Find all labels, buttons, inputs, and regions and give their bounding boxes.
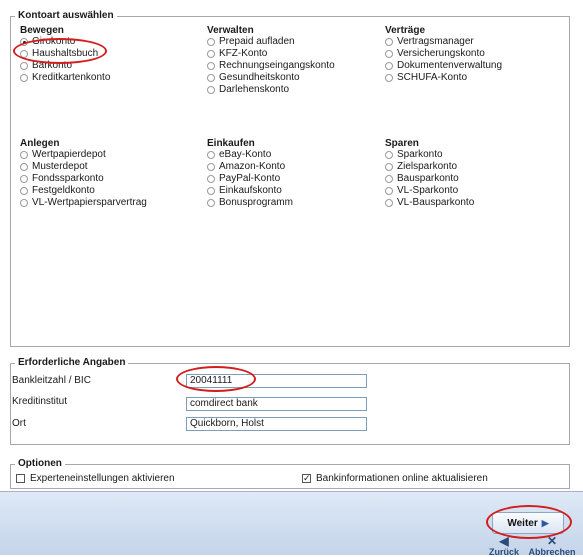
radio-option-rechnungseingang[interactable]: Rechnungseingangskonto bbox=[207, 60, 335, 72]
radio-icon[interactable] bbox=[385, 187, 393, 195]
radio-option-versicherung[interactable]: Versicherungskonto bbox=[385, 48, 502, 60]
group-bewegen: Bewegen Girokonto Haushaltsbuch Barkonto… bbox=[20, 25, 110, 84]
radio-option-haushaltsbuch[interactable]: Haushaltsbuch bbox=[20, 48, 110, 60]
radio-option-prepaid[interactable]: Prepaid aufladen bbox=[207, 36, 335, 48]
kontoart-legend: Kontoart auswählen bbox=[15, 10, 117, 22]
kreditinstitut-label: Kreditinstitut bbox=[12, 396, 68, 407]
kreditinstitut-input[interactable]: comdirect bank bbox=[186, 397, 367, 411]
group-vertraege: Verträge Vertragsmanager Versicherungsko… bbox=[385, 25, 502, 84]
bankleitzahl-label: Bankleitzahl / BIC bbox=[12, 375, 91, 386]
radio-option-darlehen[interactable]: Darlehenskonto bbox=[207, 84, 335, 96]
radio-icon[interactable] bbox=[207, 175, 215, 183]
radio-option-amazon[interactable]: Amazon-Konto bbox=[207, 161, 293, 173]
radio-icon[interactable] bbox=[385, 62, 393, 70]
radio-option-zielsparkonto[interactable]: Zielsparkonto bbox=[385, 161, 474, 173]
radio-icon[interactable] bbox=[20, 163, 28, 171]
radio-icon[interactable] bbox=[20, 50, 28, 58]
group-title-einkaufen: Einkaufen bbox=[207, 138, 255, 149]
group-title-verwalten: Verwalten bbox=[207, 25, 254, 36]
close-icon: ✕ bbox=[546, 534, 558, 548]
radio-icon[interactable] bbox=[385, 199, 393, 207]
radio-icon[interactable] bbox=[20, 151, 28, 159]
radio-icon[interactable] bbox=[207, 62, 215, 70]
group-sparen: Sparen Sparkonto Zielsparkonto Bausparko… bbox=[385, 138, 474, 209]
radio-icon[interactable] bbox=[385, 50, 393, 58]
radio-option-kreditkartenkonto[interactable]: Kreditkartenkonto bbox=[20, 72, 110, 84]
weiter-button-label: Weiter bbox=[507, 518, 538, 529]
radio-icon[interactable] bbox=[20, 74, 28, 82]
ort-input[interactable]: Quickborn, Holst bbox=[186, 417, 367, 431]
radio-option-gesundheit[interactable]: Gesundheitskonto bbox=[207, 72, 335, 84]
radio-icon[interactable] bbox=[20, 175, 28, 183]
radio-option-bonusprogramm[interactable]: Bonusprogramm bbox=[207, 197, 293, 209]
arrow-left-icon: ◀ bbox=[499, 534, 509, 548]
zurueck-button[interactable]: ◀ Zurück bbox=[484, 535, 524, 557]
arrow-right-icon: ▶ bbox=[541, 518, 549, 528]
group-title-vertraege: Verträge bbox=[385, 25, 426, 36]
bankinfo-label: Bankinformationen online aktualisieren bbox=[316, 473, 488, 484]
radio-icon[interactable] bbox=[385, 163, 393, 171]
radio-option-vl-bausparkonto[interactable]: VL-Bausparkonto bbox=[385, 197, 474, 209]
bankinfo-checkbox[interactable]: ✓ bbox=[302, 474, 311, 483]
group-title-anlegen: Anlegen bbox=[20, 138, 60, 149]
radio-icon[interactable] bbox=[385, 175, 393, 183]
zurueck-button-label: Zurück bbox=[488, 547, 519, 557]
abbrechen-button-label: Abbrechen bbox=[528, 547, 576, 557]
group-anlegen: Anlegen Wertpapierdepot Musterdepot Fond… bbox=[20, 138, 147, 209]
radio-icon[interactable] bbox=[20, 187, 28, 195]
group-title-bewegen: Bewegen bbox=[20, 25, 64, 36]
radio-option-wertpapierdepot[interactable]: Wertpapierdepot bbox=[20, 149, 147, 161]
radio-icon[interactable] bbox=[385, 74, 393, 82]
radio-option-sparkonto[interactable]: Sparkonto bbox=[385, 149, 474, 161]
group-title-sparen: Sparen bbox=[385, 138, 419, 149]
radio-icon[interactable] bbox=[20, 199, 28, 207]
radio-icon[interactable] bbox=[207, 163, 215, 171]
weiter-button[interactable]: Weiter ▶ bbox=[492, 512, 564, 534]
radio-option-girokonto[interactable]: Girokonto bbox=[20, 36, 110, 48]
radio-option-schufa[interactable]: SCHUFA-Konto bbox=[385, 72, 502, 84]
abbrechen-button[interactable]: ✕ Abbrechen bbox=[527, 535, 577, 557]
radio-icon[interactable] bbox=[385, 151, 393, 159]
radio-option-kfz[interactable]: KFZ-Konto bbox=[207, 48, 335, 60]
bankleitzahl-input[interactable]: 20041111 bbox=[186, 374, 367, 388]
radio-icon[interactable] bbox=[207, 199, 215, 207]
radio-option-fondssparkonto[interactable]: Fondssparkonto bbox=[20, 173, 147, 185]
radio-selected-icon[interactable] bbox=[20, 38, 28, 46]
group-verwalten: Verwalten Prepaid aufladen KFZ-Konto Rec… bbox=[207, 25, 335, 96]
experten-label: Experteneinstellungen aktivieren bbox=[30, 473, 175, 484]
radio-option-vertragsmanager[interactable]: Vertragsmanager bbox=[385, 36, 502, 48]
radio-icon[interactable] bbox=[385, 38, 393, 46]
ort-label: Ort bbox=[12, 418, 26, 429]
radio-icon[interactable] bbox=[207, 151, 215, 159]
angaben-legend: Erforderliche Angaben bbox=[15, 357, 129, 369]
radio-icon[interactable] bbox=[207, 50, 215, 58]
radio-option-festgeldkonto[interactable]: Festgeldkonto bbox=[20, 185, 147, 197]
experten-checkbox[interactable] bbox=[16, 474, 25, 483]
radio-option-dokumente[interactable]: Dokumentenverwaltung bbox=[385, 60, 502, 72]
radio-option-barkonto[interactable]: Barkonto bbox=[20, 60, 110, 72]
radio-option-einkaufskonto[interactable]: Einkaufskonto bbox=[207, 185, 293, 197]
optionen-legend: Optionen bbox=[15, 458, 65, 470]
radio-icon[interactable] bbox=[207, 38, 215, 46]
radio-icon[interactable] bbox=[207, 187, 215, 195]
radio-option-musterdepot[interactable]: Musterdepot bbox=[20, 161, 147, 173]
radio-option-bausparkonto[interactable]: Bausparkonto bbox=[385, 173, 474, 185]
radio-option-paypal[interactable]: PayPal-Konto bbox=[207, 173, 293, 185]
radio-option-ebay[interactable]: eBay-Konto bbox=[207, 149, 293, 161]
radio-option-vl-wertpapiersparvertrag[interactable]: VL-Wertpapiersparvertrag bbox=[20, 197, 147, 209]
radio-icon[interactable] bbox=[207, 86, 215, 94]
group-einkaufen: Einkaufen eBay-Konto Amazon-Konto PayPal… bbox=[207, 138, 293, 209]
radio-option-vl-sparkonto[interactable]: VL-Sparkonto bbox=[385, 185, 474, 197]
radio-icon[interactable] bbox=[207, 74, 215, 82]
radio-icon[interactable] bbox=[20, 62, 28, 70]
